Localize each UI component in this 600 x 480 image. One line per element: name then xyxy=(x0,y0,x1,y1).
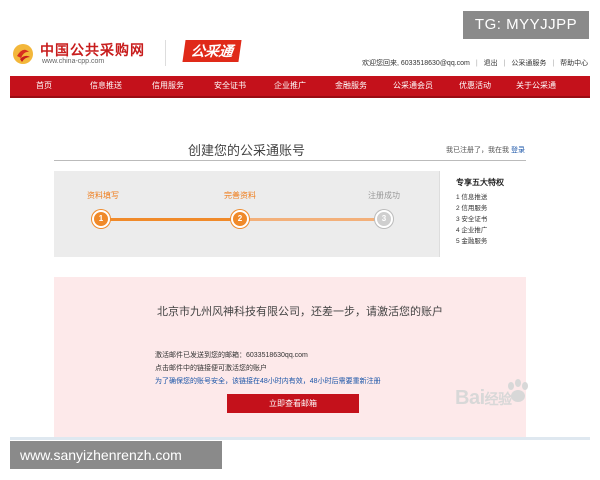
main-nav: 首页 信息推送 信用服务 安全证书 企业推广 金融服务 公采通会员 优惠活动 关… xyxy=(10,76,590,98)
logout-link[interactable]: 退出 xyxy=(484,60,498,67)
activation-email-line: 激活邮件已发送到您的邮箱：6033518630qq.com xyxy=(155,352,308,359)
nav-item-offers[interactable]: 优惠活动 xyxy=(455,76,495,96)
perk-item: 2 信用服务 xyxy=(456,205,488,212)
login-prompt: 我已注册了，我在我 xyxy=(446,147,509,154)
activation-instruction: 点击邮件中的链接便可激活您的账户 xyxy=(155,365,267,372)
footer-strip xyxy=(10,437,590,440)
perk-item: 5 金融服务 xyxy=(456,238,488,245)
perks-title: 专享五大特权 xyxy=(456,178,504,187)
source-url-overlay: www.sanyizhenrenzh.com xyxy=(10,441,222,469)
help-link[interactable]: 帮助中心 xyxy=(560,60,588,67)
site-url: www.china-cpp.com xyxy=(42,58,105,65)
nav-item-promotion[interactable]: 企业推广 xyxy=(270,76,310,96)
header-divider xyxy=(165,40,166,66)
perk-item: 1 信息推送 xyxy=(456,194,488,201)
nav-item-about[interactable]: 关于公采通 xyxy=(511,76,561,96)
step-1-circle: 1 xyxy=(92,210,110,228)
step-2-circle: 2 xyxy=(231,210,249,228)
welcome-text: 欢迎您回来, 6033518630@qq.com xyxy=(362,60,470,67)
paw-icon xyxy=(508,379,528,402)
title-divider xyxy=(54,160,526,161)
perk-item: 3 安全证书 xyxy=(456,216,488,223)
brand-logo[interactable]: 公采通 xyxy=(182,40,242,62)
step-3-label: 注册成功 xyxy=(368,191,400,200)
check-email-button[interactable]: 立即查看邮箱 xyxy=(227,394,359,413)
site-logo-icon xyxy=(13,44,33,64)
nav-item-finance[interactable]: 金融服务 xyxy=(331,76,371,96)
nav-item-home[interactable]: 首页 xyxy=(32,76,56,96)
page-title: 创建您的公采通账号 xyxy=(188,143,306,158)
nav-item-security-cert[interactable]: 安全证书 xyxy=(210,76,250,96)
nav-item-member[interactable]: 公采通会员 xyxy=(388,76,438,96)
service-link[interactable]: 公采通服务 xyxy=(511,60,546,67)
step-1-label: 资料填写 xyxy=(87,191,119,200)
step-3-circle: 3 xyxy=(375,210,393,228)
nav-item-credit[interactable]: 信用服务 xyxy=(148,76,188,96)
perk-item: 4 企业推广 xyxy=(456,227,488,234)
activation-security-note: 为了确保您的账号安全，该链接在48小时内有效，48小时后需要重新注册 xyxy=(155,378,381,385)
registration-steps: 资料填写 1 完善资料 2 注册成功 3 专享五大特权 1 信息推送 2 信用服… xyxy=(54,171,526,257)
perks-box: 专享五大特权 1 信息推送 2 信用服务 3 安全证书 4 企业推广 5 金融服… xyxy=(439,171,526,257)
step-2-label: 完善资料 xyxy=(224,191,256,200)
login-link[interactable]: 登录 xyxy=(511,147,525,154)
activation-panel: 北京市九州风神科技有限公司，还差一步，请激活您的账户 激活邮件已发送到您的邮箱：… xyxy=(54,277,526,437)
site-name[interactable]: 中国公共采购网 xyxy=(40,40,145,60)
top-links: 欢迎您回来, 6033518630@qq.com | 退出 | 公采通服务 | … xyxy=(362,60,589,67)
activation-heading: 北京市九州风神科技有限公司，还差一步，请激活您的账户 xyxy=(157,306,443,318)
tag-overlay: TG: MYYJJPP xyxy=(463,11,589,39)
steps-remaining-line xyxy=(246,218,387,221)
nav-item-info-push[interactable]: 信息推送 xyxy=(86,76,126,96)
login-hint: 我已注册了，我在我 登录 xyxy=(446,145,525,155)
